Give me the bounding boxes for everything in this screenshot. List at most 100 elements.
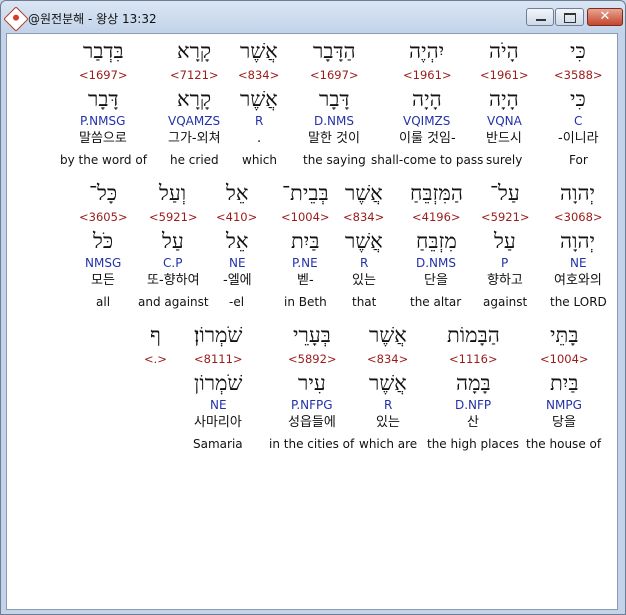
- strong-number: <1116>: [449, 352, 498, 366]
- english-gloss: he cried: [170, 153, 219, 167]
- lemma-word: בָּמָה: [456, 371, 491, 395]
- parsing-code: NE: [570, 256, 587, 270]
- parsing-code: NE: [210, 398, 227, 412]
- english-gloss: all: [96, 295, 111, 309]
- english-gloss: that: [352, 295, 377, 309]
- strong-number: <5892>: [288, 352, 337, 366]
- hebrew-word: וְעַל: [159, 181, 187, 205]
- lemma-word: מִזְבֵּחַ: [416, 229, 457, 253]
- lemma-word: דָּבָר: [88, 87, 119, 111]
- analysis-panel: כִּי <3588> כִּי C -이니라 For הָיֹה <1961> הָיָה VQ…: [6, 33, 618, 610]
- strong-number: <834>: [343, 210, 385, 224]
- korean-gloss: 말한 것이: [308, 131, 360, 146]
- english-gloss: surely: [486, 153, 523, 167]
- lemma-word: כֹּל: [93, 229, 114, 253]
- parsing-code: VQNA: [487, 114, 522, 128]
- korean-gloss: 반드시: [486, 131, 522, 146]
- korean-gloss: 당을: [552, 415, 576, 430]
- minimize-button[interactable]: [526, 8, 554, 26]
- english-gloss: Samaria: [193, 437, 243, 451]
- lemma-word: אֲשֶׁר: [369, 371, 407, 395]
- hebrew-word: אֲשֶׁר: [240, 39, 278, 63]
- english-gloss: For: [569, 153, 588, 167]
- parsing-code: NMPG: [546, 398, 582, 412]
- english-gloss: which: [242, 153, 277, 167]
- english-gloss: shall-come to pass: [371, 153, 484, 167]
- app-icon: [3, 6, 29, 32]
- strong-number: <5921>: [149, 210, 198, 224]
- strong-number: <3605>: [79, 210, 128, 224]
- korean-gloss: 사마리아: [194, 415, 242, 430]
- maximize-icon: [564, 13, 576, 23]
- hebrew-word: עַל־: [490, 181, 520, 205]
- lemma-word: אֵל: [226, 229, 249, 253]
- parsing-code: R: [255, 114, 264, 128]
- hebrew-word: יְהוָה: [560, 181, 596, 205]
- strong-number: <1004>: [540, 352, 589, 366]
- korean-gloss: 모든: [91, 273, 115, 288]
- korean-gloss: 여호와의: [554, 273, 602, 288]
- lemma-word: אֲשֶׁר: [240, 87, 278, 111]
- parsing-code: C.P: [163, 256, 183, 270]
- parsing-code: R: [360, 256, 369, 270]
- strong-number: <834>: [238, 68, 280, 82]
- english-gloss: by the word of: [60, 153, 147, 167]
- english-gloss: in Beth: [284, 295, 327, 309]
- lemma-word: שֹׁמְרוֹן: [194, 371, 243, 395]
- hebrew-word: ף: [150, 323, 161, 347]
- parsing-code: D.NMS: [314, 114, 355, 128]
- hebrew-word: בְּעָרֵי: [293, 323, 331, 347]
- hebrew-word: כִּי: [570, 39, 586, 63]
- parsing-code: NE: [229, 256, 246, 270]
- korean-gloss: 성읍들에: [288, 415, 336, 430]
- hebrew-word: הַמִּזְבֵּחַ: [410, 181, 463, 205]
- maximize-button[interactable]: [555, 8, 584, 26]
- parsing-code: P.NE: [292, 256, 318, 270]
- parsing-code: VQIMZS: [403, 114, 451, 128]
- korean-gloss: .: [257, 131, 262, 146]
- lemma-word: כִּי: [570, 87, 586, 111]
- english-gloss: which are: [359, 437, 418, 451]
- strong-number: <8111>: [194, 352, 243, 366]
- hebrew-word: הַבָּמוֹת: [447, 323, 500, 347]
- korean-gloss: 산: [467, 415, 479, 430]
- lemma-word: עַל: [162, 229, 184, 253]
- minimize-icon: [536, 19, 546, 21]
- lemma-word: בַּיִת: [291, 229, 320, 253]
- parsing-code: VQAMZS: [168, 114, 221, 128]
- strong-number: <5921>: [481, 210, 530, 224]
- korean-gloss: 단을: [424, 273, 448, 288]
- parsing-code: NMSG: [85, 256, 122, 270]
- hebrew-word: בִּדְבַר: [83, 39, 124, 63]
- korean-gloss: 그가-외쳐: [168, 131, 221, 146]
- title-bar[interactable]: @원전분해 - 왕상 13:32 ✕: [1, 1, 625, 33]
- korean-gloss: -엘에: [223, 273, 252, 288]
- strong-number: <3588>: [554, 68, 603, 82]
- english-gloss: the altar: [410, 295, 462, 309]
- korean-gloss: 이룰 것임-: [399, 131, 456, 146]
- hebrew-word: אֵל: [226, 181, 249, 205]
- lemma-word: הָיָה: [489, 87, 519, 111]
- strong-number: <1697>: [310, 68, 359, 82]
- close-icon: ✕: [599, 9, 611, 24]
- english-gloss: and against: [138, 295, 209, 309]
- english-gloss: the high places: [427, 437, 520, 451]
- korean-gloss: 있는: [376, 415, 400, 430]
- lemma-word: עִיר: [298, 371, 326, 395]
- close-button[interactable]: ✕: [587, 8, 623, 26]
- parsing-code: P: [501, 256, 509, 270]
- english-gloss: the LORD: [550, 295, 607, 309]
- lemma-word: קָרָא: [177, 87, 212, 111]
- lemma-word: הָיָה: [412, 87, 442, 111]
- lemma-word: דָּבָר: [319, 87, 350, 111]
- english-gloss: in the cities of: [269, 437, 355, 451]
- hebrew-word: אֲשֶׁר: [369, 323, 407, 347]
- strong-number: <.>: [144, 352, 167, 366]
- hebrew-word: הָיֹה: [489, 39, 519, 63]
- parsing-code: D.NMS: [416, 256, 457, 270]
- hebrew-word: בָּתֵּי: [550, 323, 579, 347]
- korean-gloss: 벧-: [297, 273, 314, 288]
- strong-number: <1697>: [79, 68, 128, 82]
- strong-number: <1961>: [403, 68, 452, 82]
- english-gloss: the saying: [303, 153, 366, 167]
